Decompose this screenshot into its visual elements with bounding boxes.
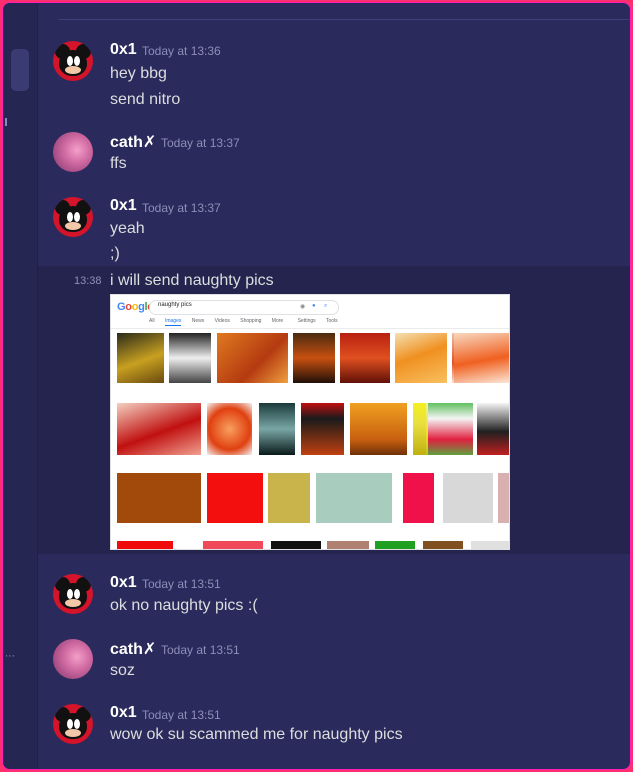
search-icon: ⌕ — [324, 303, 328, 309]
timestamp: Today at 13:37 — [161, 136, 240, 150]
image-thumbnail — [217, 333, 288, 383]
search-query: naughty pics — [158, 302, 192, 308]
avatar-mickey-mouse-icon[interactable] — [53, 704, 93, 744]
message-text: wow ok su scammed me for naughty pics — [110, 726, 403, 743]
message-text: yeah — [110, 220, 145, 237]
timestamp: Today at 13:37 — [142, 201, 221, 215]
google-search-bar: naughty pics ◉ ● ⌕ — [149, 300, 339, 315]
image-thumbnail — [259, 403, 295, 455]
avatar-mickey-mouse-icon[interactable] — [53, 197, 93, 237]
image-thumbnail — [471, 541, 509, 549]
image-thumbnail — [340, 333, 390, 383]
side-timestamp: 13:38 — [74, 275, 102, 287]
tab-tools: Tools — [325, 318, 338, 324]
image-thumbnail — [271, 541, 321, 549]
username[interactable]: 0x1 — [110, 574, 137, 592]
tab-all: All — [149, 318, 155, 324]
rail-marker-icon — [5, 118, 13, 126]
tab-news: News — [191, 318, 205, 324]
image-attachment[interactable]: Google naughty pics ◉ ● ⌕ All Images New… — [110, 294, 510, 550]
username[interactable]: cath✗ — [110, 639, 156, 659]
avatar-pink-photo-icon[interactable] — [53, 132, 93, 172]
image-thumbnail — [327, 541, 369, 549]
google-logo: Google — [117, 301, 153, 313]
message-text: i will send naughty pics — [110, 272, 274, 289]
image-thumbnail — [117, 403, 201, 455]
image-thumbnail — [117, 541, 173, 549]
image-thumbnail — [207, 473, 263, 523]
image-thumbnail — [316, 473, 392, 523]
rail-dots-icon: ⋯ — [5, 651, 15, 662]
camera-icon: ◉ — [300, 304, 306, 310]
timestamp: Today at 13:36 — [142, 44, 221, 58]
divider — [111, 328, 509, 329]
message-text: ffs — [110, 155, 127, 172]
channel-indicator[interactable] — [11, 49, 29, 91]
message-text: ;) — [110, 245, 120, 262]
image-thumbnail — [207, 403, 252, 455]
message-text: ok no naughty pics :( — [110, 597, 258, 614]
mic-icon: ● — [312, 303, 316, 309]
image-thumbnail — [375, 541, 415, 549]
timestamp: Today at 13:51 — [142, 577, 221, 591]
message-text: send nitro — [110, 91, 181, 108]
chat-window: ⋯ 0x1 Today at 13:36 hey bbg send nitro … — [2, 2, 631, 770]
avatar-mickey-mouse-icon[interactable] — [53, 41, 93, 81]
tab-shopping: Shopping — [240, 318, 262, 324]
image-thumbnail — [301, 403, 344, 455]
tab-images: Images — [164, 318, 182, 326]
image-thumbnail — [477, 403, 509, 455]
username[interactable]: cath✗ — [110, 132, 156, 152]
message-text: soz — [110, 662, 135, 679]
message-text: hey bbg — [110, 65, 167, 82]
image-thumbnail — [428, 403, 473, 455]
image-thumbnail — [203, 541, 263, 549]
image-thumbnail — [293, 333, 335, 383]
image-thumbnail — [454, 333, 509, 383]
google-tabs: All Images News Videos Shopping More Set… — [149, 318, 347, 327]
image-thumbnail — [268, 473, 310, 523]
left-rail: ⋯ — [3, 3, 38, 769]
tab-settings: Settings — [297, 318, 316, 324]
message-list: 0x1 Today at 13:36 hey bbg send nitro ca… — [38, 3, 630, 769]
username[interactable]: 0x1 — [110, 704, 137, 722]
tab-videos: Videos — [214, 318, 230, 324]
image-thumbnail — [117, 333, 164, 383]
image-thumbnail — [403, 473, 434, 523]
image-thumbnail — [423, 541, 463, 549]
timestamp: Today at 13:51 — [142, 708, 221, 722]
image-thumbnail — [350, 403, 407, 455]
image-thumbnail — [117, 473, 201, 523]
username[interactable]: 0x1 — [110, 197, 137, 215]
avatar-pink-photo-icon[interactable] — [53, 639, 93, 679]
username[interactable]: 0x1 — [110, 41, 137, 59]
image-thumbnail — [169, 333, 211, 383]
image-thumbnail — [443, 473, 493, 523]
image-thumbnail — [395, 333, 447, 383]
image-thumbnail — [498, 473, 509, 523]
avatar-mickey-mouse-icon[interactable] — [53, 574, 93, 614]
divider — [58, 19, 630, 20]
timestamp: Today at 13:51 — [161, 643, 240, 657]
tab-more: More — [271, 318, 284, 324]
